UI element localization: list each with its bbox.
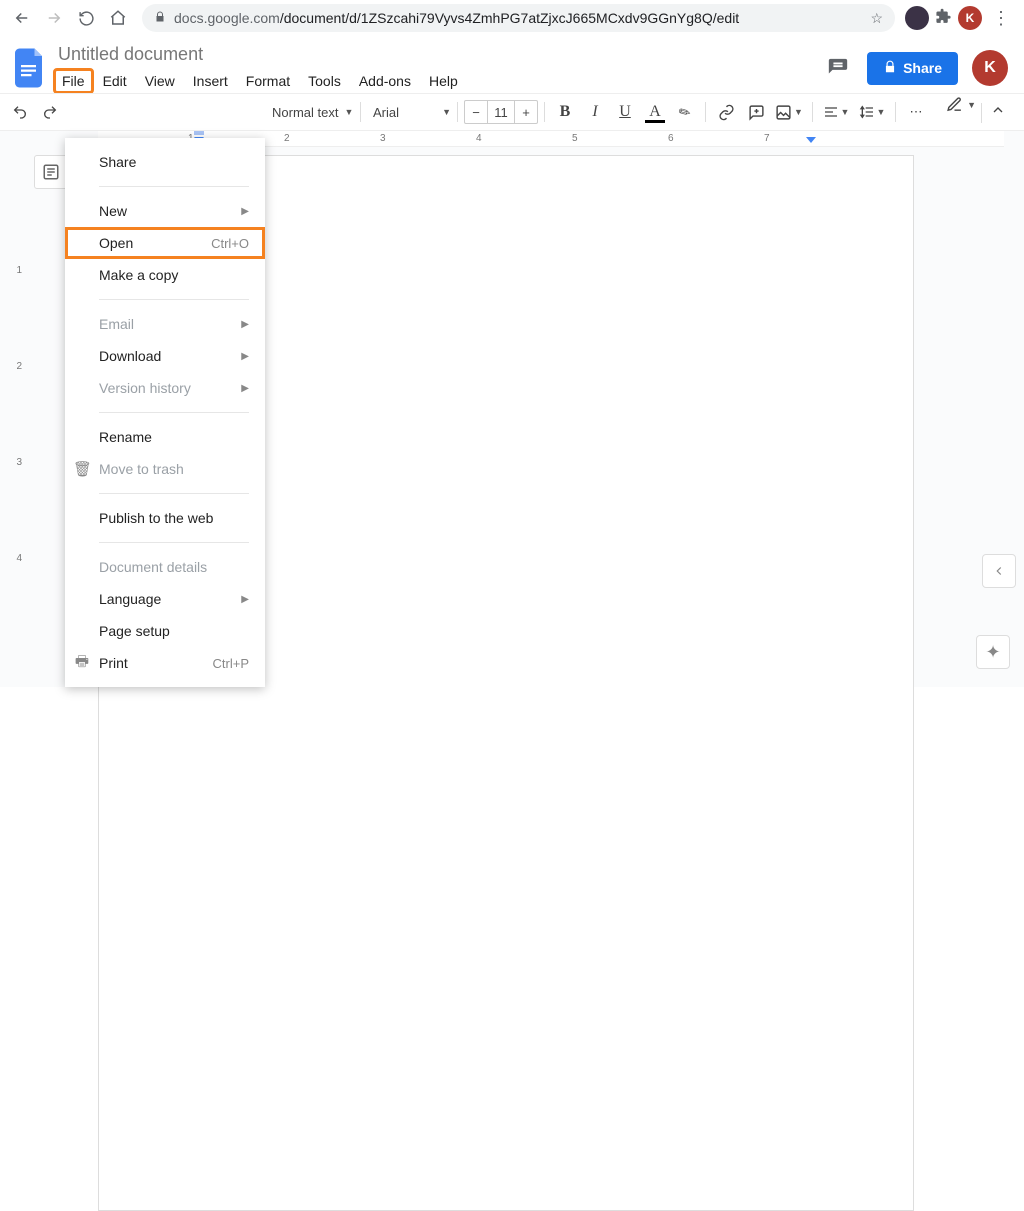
- font-select[interactable]: Arial▼: [367, 105, 451, 120]
- menu-format[interactable]: Format: [238, 69, 298, 93]
- menu-publish[interactable]: Publish to the web: [65, 502, 265, 534]
- font-size-control: − 11 +: [464, 100, 538, 124]
- chevron-down-icon: ▼: [967, 100, 976, 110]
- print-icon: 🖶: [73, 651, 91, 676]
- menu-trash[interactable]: 🗑Move to trash: [65, 453, 265, 485]
- menu-edit[interactable]: Edit: [95, 69, 135, 93]
- underline-button[interactable]: U: [611, 98, 639, 126]
- italic-button[interactable]: I: [581, 98, 609, 126]
- insert-link-button[interactable]: [712, 98, 740, 126]
- outline-toggle-button[interactable]: [34, 155, 68, 189]
- highlight-button[interactable]: ✎: [671, 98, 699, 126]
- menu-version-history[interactable]: Version history▶: [65, 372, 265, 404]
- menu-rename[interactable]: Rename: [65, 421, 265, 453]
- back-button[interactable]: [8, 4, 36, 32]
- chevron-right-icon: ▶: [241, 351, 249, 362]
- text-color-button[interactable]: A: [641, 98, 669, 126]
- menu-new[interactable]: New▶: [65, 195, 265, 227]
- menu-file[interactable]: File: [54, 69, 93, 93]
- paragraph-style-select[interactable]: Normal text▼: [266, 105, 354, 120]
- share-label: Share: [903, 60, 942, 76]
- explore-button[interactable]: ✦: [976, 635, 1010, 669]
- chevron-down-icon: ▼: [344, 107, 353, 117]
- account-avatar[interactable]: K: [972, 50, 1008, 86]
- toolbar: Normal text▼ Arial▼ − 11 + B I U A ✎ ▼ ▼…: [0, 93, 1024, 131]
- menu-language[interactable]: Language▶: [65, 583, 265, 615]
- menu-share[interactable]: Share: [65, 146, 265, 178]
- chevron-right-icon: ▶: [241, 206, 249, 217]
- url: docs.google.com/document/d/1ZSzcahi79Vyv…: [174, 10, 739, 26]
- lock-icon: [154, 11, 166, 26]
- line-spacing-button[interactable]: ▼: [855, 98, 889, 126]
- lock-icon: [883, 60, 897, 77]
- docs-logo-icon[interactable]: [12, 44, 48, 92]
- increase-size-button[interactable]: +: [515, 105, 537, 120]
- more-button[interactable]: ⋯: [902, 98, 930, 126]
- menu-addons[interactable]: Add-ons: [351, 69, 419, 93]
- menu-print[interactable]: 🖶PrintCtrl+P: [65, 647, 265, 679]
- align-button[interactable]: ▼: [819, 98, 853, 126]
- menu-download[interactable]: Download▶: [65, 340, 265, 372]
- side-panel-toggle-button[interactable]: [982, 554, 1016, 588]
- font-size-value[interactable]: 11: [487, 101, 515, 123]
- menu-document-details[interactable]: Document details: [65, 551, 265, 583]
- menu-help[interactable]: Help: [421, 69, 466, 93]
- menu-make-copy[interactable]: Make a copy: [65, 259, 265, 291]
- menu-tools[interactable]: Tools: [300, 69, 349, 93]
- forward-button[interactable]: [40, 4, 68, 32]
- document-title[interactable]: Untitled document: [54, 42, 823, 67]
- reload-button[interactable]: [72, 4, 100, 32]
- share-button[interactable]: Share: [867, 52, 958, 85]
- chrome-menu-icon[interactable]: ⋮: [988, 8, 1014, 29]
- docs-header: Untitled document File Edit View Insert …: [0, 36, 1024, 93]
- browser-toolbar: docs.google.com/document/d/1ZSzcahi79Vyv…: [0, 0, 1024, 36]
- trash-icon: 🗑: [73, 460, 91, 478]
- extensions-icon[interactable]: [935, 8, 952, 28]
- menu-insert[interactable]: Insert: [185, 69, 236, 93]
- extension-icon[interactable]: [905, 6, 929, 30]
- star-icon[interactable]: ☆: [870, 10, 883, 27]
- chevron-right-icon: ▶: [241, 319, 249, 330]
- file-menu-dropdown: Share New▶ OpenCtrl+O Make a copy Email▶…: [65, 138, 265, 687]
- chevron-right-icon: ▶: [241, 383, 249, 394]
- vertical-ruler[interactable]: 1 2 3 4: [8, 155, 22, 687]
- bold-button[interactable]: B: [551, 98, 579, 126]
- insert-image-button[interactable]: ▼: [772, 98, 806, 126]
- comments-icon[interactable]: [823, 53, 853, 83]
- redo-button[interactable]: [36, 98, 64, 126]
- address-bar[interactable]: docs.google.com/document/d/1ZSzcahi79Vyv…: [142, 4, 895, 32]
- menu-open[interactable]: OpenCtrl+O: [65, 227, 265, 259]
- chrome-profile-avatar[interactable]: K: [958, 6, 982, 30]
- home-button[interactable]: [104, 4, 132, 32]
- chevron-down-icon: ▼: [442, 107, 451, 117]
- decrease-size-button[interactable]: −: [465, 105, 487, 120]
- right-margin-marker[interactable]: [806, 131, 816, 143]
- chevron-right-icon: ▶: [241, 594, 249, 605]
- collapse-toolbar-button[interactable]: [984, 96, 1012, 124]
- add-comment-button[interactable]: [742, 98, 770, 126]
- editing-mode-button[interactable]: ▼: [946, 96, 976, 113]
- menu-email[interactable]: Email▶: [65, 308, 265, 340]
- menu-page-setup[interactable]: Page setup: [65, 615, 265, 647]
- menubar: File Edit View Insert Format Tools Add-o…: [54, 69, 823, 93]
- undo-button[interactable]: [6, 98, 34, 126]
- menu-view[interactable]: View: [137, 69, 183, 93]
